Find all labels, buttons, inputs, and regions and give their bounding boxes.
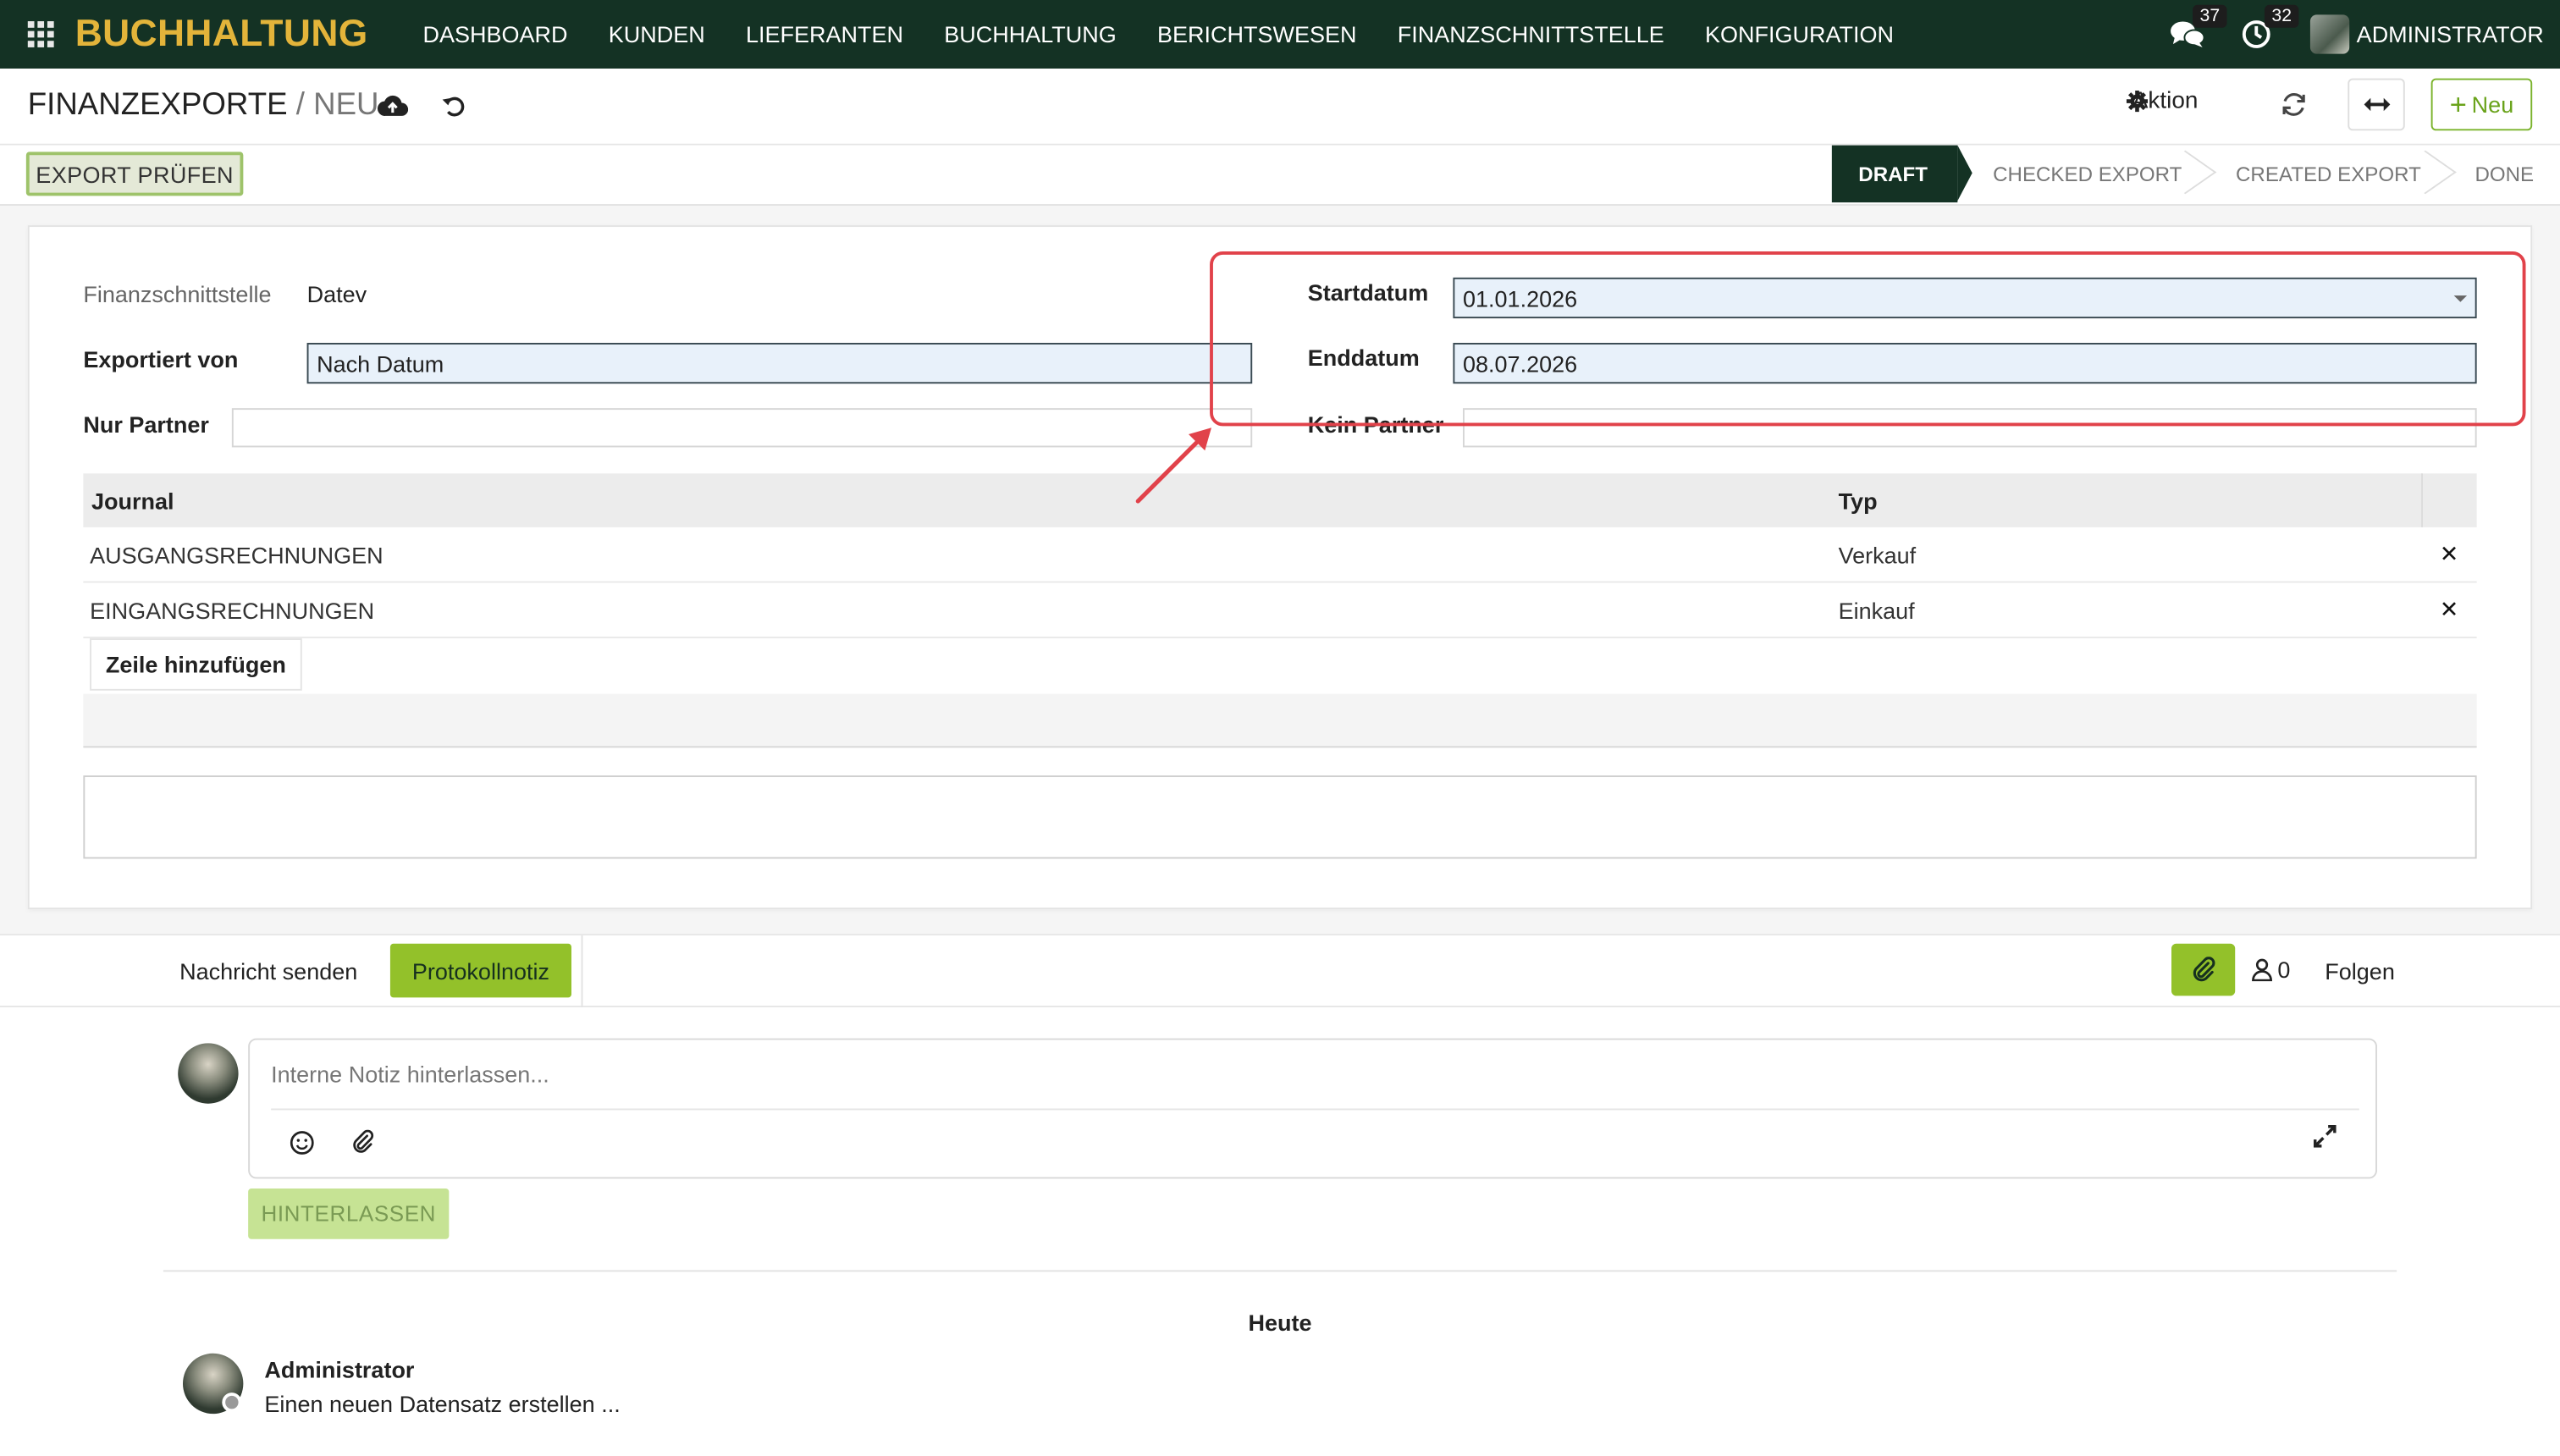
- step-draft[interactable]: DRAFT: [1832, 145, 1972, 203]
- step-created-export[interactable]: CREATED EXPORT: [2210, 146, 2448, 202]
- row-type: Einkauf: [1838, 597, 1915, 624]
- column-journal[interactable]: Journal: [91, 488, 174, 515]
- message-author[interactable]: Administrator: [264, 1357, 414, 1383]
- user-name: ADMINISTRATOR: [2356, 21, 2544, 47]
- interface-value: Datev: [306, 280, 367, 307]
- thread-separator: [163, 1270, 2397, 1272]
- table-row[interactable]: AUSGANGSRECHNUNGEN Verkauf ✕: [83, 527, 2477, 583]
- column-type[interactable]: Typ: [1839, 488, 1878, 515]
- only-partner-field[interactable]: [231, 408, 1253, 448]
- emoji-icon[interactable]: [289, 1130, 315, 1156]
- menu-buchhaltung[interactable]: BUCHHALTUNG: [944, 21, 1117, 47]
- export-check-button[interactable]: EXPORT PRÜFEN: [25, 152, 244, 196]
- composer-avatar: [178, 1043, 239, 1104]
- menu-konfiguration[interactable]: KONFIGURATION: [1705, 21, 1894, 47]
- user-avatar: [2310, 14, 2350, 54]
- cloud-upload-icon[interactable]: [377, 93, 409, 118]
- status-steps: DRAFT CHECKED EXPORT CREATED EXPORT DONE: [1832, 145, 2560, 204]
- step-checked-export[interactable]: CHECKED EXPORT: [1957, 146, 2210, 202]
- messages-button[interactable]: 37: [2171, 4, 2226, 49]
- exported-by-select[interactable]: Nach Datum: [306, 342, 1253, 384]
- delete-row-icon[interactable]: ✕: [2440, 540, 2459, 568]
- paperclip-icon: [2192, 957, 2215, 982]
- user-icon: [2252, 958, 2272, 982]
- exported-by-label: Exportiert von: [83, 345, 239, 372]
- follow-button[interactable]: Folgen: [2325, 958, 2395, 984]
- menu-berichtswesen[interactable]: BERICHTSWESEN: [1157, 21, 1357, 47]
- new-label: Neu: [2471, 91, 2514, 118]
- attach-file-icon[interactable]: [351, 1129, 376, 1155]
- status-bar: EXPORT PRÜFEN DRAFT CHECKED EXPORT CREAT…: [0, 145, 2560, 206]
- menu-dashboard[interactable]: DASHBOARD: [422, 21, 567, 47]
- column-divider: [2421, 473, 2423, 527]
- main-menu: DASHBOARD KUNDEN LIEFERANTEN BUCHHALTUNG…: [422, 0, 1934, 69]
- composer-divider: [271, 1108, 2359, 1111]
- action-menu-button[interactable]: Aktion: [2126, 88, 2198, 114]
- messages-count-badge: 37: [2193, 4, 2226, 28]
- followers-button[interactable]: 0: [2251, 957, 2290, 983]
- send-message-button[interactable]: Nachricht senden: [179, 958, 357, 984]
- composer-input[interactable]: Interne Notiz hinterlassen...: [271, 1062, 549, 1088]
- fullscreen-composer-icon[interactable]: [2313, 1124, 2337, 1148]
- menu-kunden[interactable]: KUNDEN: [609, 21, 705, 47]
- journal-table-header: Journal Typ: [83, 473, 2477, 527]
- top-navbar: BUCHHALTUNG DASHBOARD KUNDEN LIEFERANTEN…: [0, 0, 2560, 69]
- log-submit-button[interactable]: HINTERLASSEN: [248, 1188, 450, 1239]
- delete-row-icon[interactable]: ✕: [2440, 596, 2459, 624]
- app-brand[interactable]: BUCHHALTUNG: [75, 11, 368, 55]
- user-menu[interactable]: ADMINISTRATOR: [2310, 14, 2544, 54]
- note-composer[interactable]: Interne Notiz hinterlassen...: [248, 1038, 2377, 1179]
- notes-field[interactable]: [83, 775, 2477, 859]
- presence-status-icon: [222, 1393, 242, 1413]
- plus-icon: +: [2449, 88, 2467, 121]
- action-label: Aktion: [2132, 88, 2199, 114]
- row-journal: EINGANGSRECHNUNGEN: [90, 597, 375, 624]
- refresh-icon[interactable]: [2279, 88, 2309, 121]
- breadcrumb-parent[interactable]: FINANZEXPORTE: [28, 88, 288, 122]
- add-line-button[interactable]: Zeile hinzufügen: [90, 638, 302, 691]
- menu-finanzschnittstelle[interactable]: FINANZSCHNITTSTELLE: [1398, 21, 1664, 47]
- chatter-topbar: Nachricht senden Protokollnotiz 0 Folgen: [0, 934, 2560, 1007]
- date-separator: Heute: [1248, 1309, 1312, 1336]
- chatter-divider: [581, 935, 583, 1007]
- attachments-button[interactable]: [2171, 943, 2236, 996]
- only-partner-label: Nur Partner: [83, 411, 209, 438]
- breadcrumb: FINANZEXPORTE / NEU: [28, 88, 379, 124]
- arrows-horizontal-icon: [2363, 97, 2390, 112]
- interface-label: Finanzschnittstelle: [83, 280, 272, 307]
- annotation-highlight-box: [1210, 251, 2526, 427]
- followers-count: 0: [2277, 957, 2291, 983]
- annotation-arrow-icon: [1135, 427, 1211, 504]
- menu-lieferanten[interactable]: LIEFERANTEN: [746, 21, 903, 47]
- new-record-button[interactable]: + Neu: [2430, 78, 2533, 131]
- log-note-button[interactable]: Protokollnotiz: [389, 943, 571, 998]
- apps-grid-icon[interactable]: [27, 21, 54, 47]
- activities-button[interactable]: 32: [2243, 4, 2298, 49]
- row-journal: AUSGANGSRECHNUNGEN: [90, 542, 383, 569]
- navbar-systray: 37 32 ADMINISTRATOR: [2171, 0, 2544, 69]
- activities-count-badge: 32: [2265, 4, 2298, 28]
- row-type: Verkauf: [1838, 542, 1917, 569]
- journal-table-footer: [83, 693, 2477, 748]
- breadcrumb-separator: /: [295, 88, 305, 123]
- undo-icon[interactable]: [441, 93, 467, 119]
- message-body: Einen neuen Datensatz erstellen ...: [264, 1391, 621, 1417]
- table-row[interactable]: EINGANGSRECHNUNGEN Einkauf ✕: [83, 582, 2477, 639]
- breadcrumb-current: NEU: [313, 88, 379, 123]
- control-panel: FINANZEXPORTE / NEU Aktion + Neu: [0, 69, 2560, 146]
- step-done[interactable]: DONE: [2449, 146, 2560, 202]
- toggle-width-button[interactable]: [2348, 78, 2405, 131]
